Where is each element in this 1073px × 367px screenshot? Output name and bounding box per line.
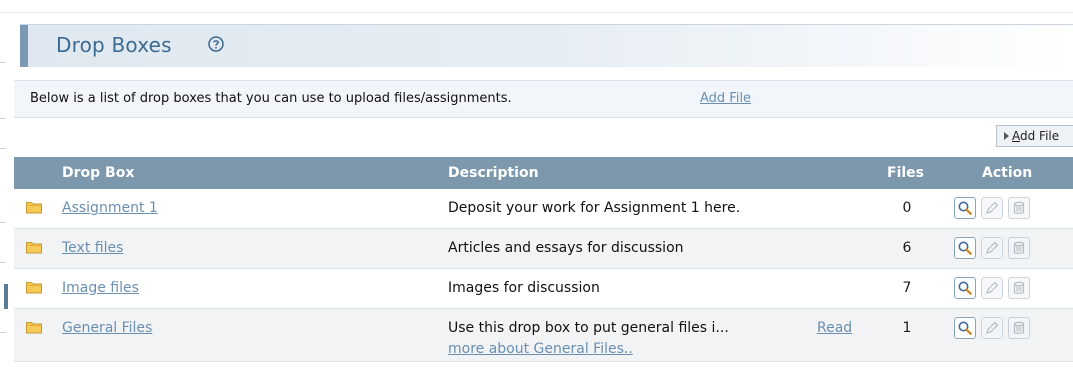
table-row: Image files Images for discussion 7 bbox=[14, 269, 1073, 309]
file-count: 1 bbox=[902, 320, 912, 336]
magnifier-icon[interactable] bbox=[954, 197, 976, 219]
file-count: 6 bbox=[902, 240, 912, 256]
column-header-files: Files bbox=[887, 165, 924, 181]
intro-bar: Below is a list of drop boxes that you c… bbox=[14, 80, 1073, 118]
left-edge-ticks bbox=[0, 0, 12, 367]
drop-box-description: Deposit your work for Assignment 1 here. bbox=[448, 200, 741, 216]
read-more-link[interactable]: Read bbox=[817, 320, 852, 336]
drop-box-name-link[interactable]: Assignment 1 bbox=[62, 200, 158, 216]
trash-icon bbox=[1008, 277, 1030, 299]
table-row: Text files Articles and essays for discu… bbox=[14, 229, 1073, 269]
page-title: Drop Boxes bbox=[56, 33, 172, 57]
read-more-link-continued[interactable]: more about General Files.. bbox=[448, 341, 633, 357]
pencil-icon bbox=[981, 237, 1003, 259]
page-header: Drop Boxes bbox=[20, 24, 1073, 67]
folder-icon bbox=[26, 201, 42, 214]
pencil-icon bbox=[981, 317, 1003, 339]
magnifier-icon[interactable] bbox=[954, 277, 976, 299]
intro-text: Below is a list of drop boxes that you c… bbox=[30, 91, 512, 106]
play-arrow-icon bbox=[1004, 132, 1009, 140]
table-header: Drop Box Description Files Action bbox=[14, 157, 1073, 189]
drop-box-table: Drop Box Description Files Action Assign… bbox=[14, 157, 1073, 362]
magnifier-icon[interactable] bbox=[954, 237, 976, 259]
folder-icon bbox=[26, 321, 42, 334]
file-count: 7 bbox=[902, 280, 912, 296]
add-file-link[interactable]: Add File bbox=[700, 91, 751, 106]
drop-box-name-link[interactable]: Image files bbox=[62, 280, 139, 296]
file-count: 0 bbox=[902, 200, 912, 216]
pencil-icon bbox=[981, 197, 1003, 219]
drop-box-name-link[interactable]: General Files bbox=[62, 320, 152, 336]
column-header-description: Description bbox=[448, 165, 539, 181]
folder-icon bbox=[26, 241, 42, 254]
table-row: Assignment 1 Deposit your work for Assig… bbox=[14, 189, 1073, 229]
help-circle-icon[interactable] bbox=[208, 36, 224, 52]
drop-box-description: Use this drop box to put general files i… bbox=[448, 320, 729, 336]
column-header-drop-box[interactable]: Drop Box bbox=[62, 165, 134, 181]
drop-box-name-link[interactable]: Text files bbox=[62, 240, 123, 256]
trash-icon bbox=[1008, 317, 1030, 339]
drop-box-description: Images for discussion bbox=[448, 280, 600, 296]
drop-box-description: Articles and essays for discussion bbox=[448, 240, 684, 256]
left-scroll-indicator bbox=[4, 284, 8, 309]
top-rule bbox=[0, 0, 1073, 13]
pencil-icon bbox=[981, 277, 1003, 299]
folder-icon bbox=[26, 281, 42, 294]
trash-icon bbox=[1008, 237, 1030, 259]
column-header-action: Action bbox=[982, 165, 1033, 181]
add-file-button-label: Add File bbox=[1012, 129, 1060, 143]
table-row: General Files Use this drop box to put g… bbox=[14, 309, 1073, 362]
trash-icon bbox=[1008, 197, 1030, 219]
add-file-button[interactable]: Add File bbox=[996, 125, 1073, 147]
header-accent bbox=[20, 25, 28, 67]
magnifier-icon[interactable] bbox=[954, 317, 976, 339]
